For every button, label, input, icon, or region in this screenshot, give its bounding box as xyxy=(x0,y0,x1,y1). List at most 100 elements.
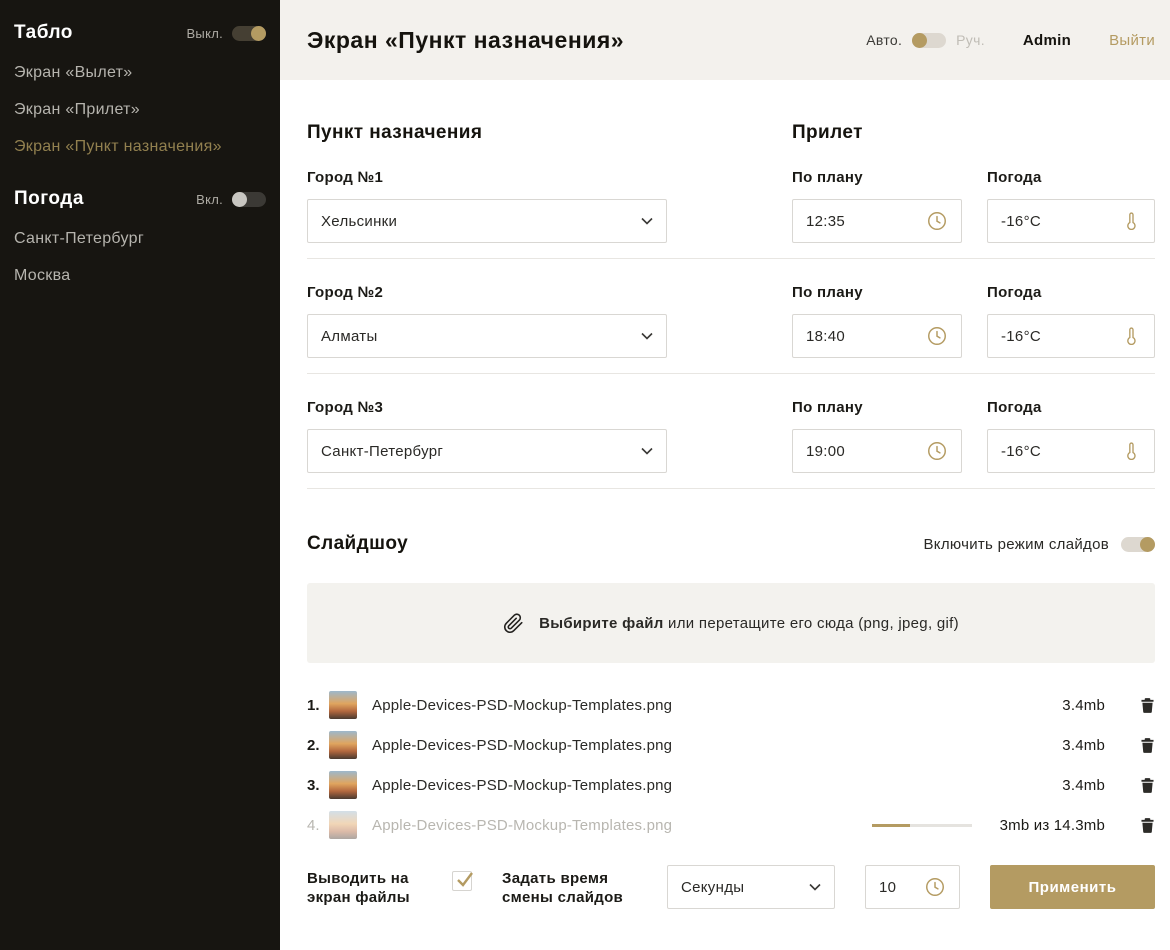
file-size: 3.4mb xyxy=(1062,737,1105,754)
apply-button[interactable]: Применить xyxy=(990,865,1155,909)
app-window: Табло Выкл. Экран «Вылет» Экран «Прилет»… xyxy=(0,0,1170,950)
file-row: 2. Apple-Devices-PSD-Mockup-Templates.pn… xyxy=(307,725,1155,765)
destination-row: Город №3 Санкт-Петербург По плану Погода xyxy=(307,399,1155,473)
file-name: Apple-Devices-PSD-Mockup-Templates.png xyxy=(372,817,872,834)
thermometer-icon xyxy=(1121,325,1141,347)
interval-value-input[interactable] xyxy=(879,879,916,896)
clock-icon xyxy=(924,876,946,898)
sidebar-item-moscow[interactable]: Москва xyxy=(14,267,266,285)
city-label: Город №3 xyxy=(307,399,667,416)
temperature-field xyxy=(987,199,1155,243)
auto-mode-label[interactable]: Авто. xyxy=(866,32,902,48)
sidebar-board-title: Табло xyxy=(14,22,73,44)
temperature-input[interactable] xyxy=(1001,213,1113,230)
delete-file-button[interactable] xyxy=(1139,818,1155,833)
auto-manual-toggle[interactable] xyxy=(912,33,946,48)
weather-label: Погода xyxy=(987,169,1155,186)
temperature-input[interactable] xyxy=(1001,443,1113,460)
file-number: 4. xyxy=(307,817,329,834)
clock-icon xyxy=(926,440,948,462)
upload-hint: Выбирите файл или перетащите его сюда (p… xyxy=(539,615,959,632)
delete-file-button[interactable] xyxy=(1139,738,1155,753)
plan-time-input[interactable] xyxy=(806,328,918,345)
sidebar-item-departure-screen[interactable]: Экран «Вылет» xyxy=(14,64,266,82)
interval-unit-value: Секунды xyxy=(681,879,744,896)
plan-time-input[interactable] xyxy=(806,443,918,460)
destination-row: Город №2 Алматы По плану Погода xyxy=(307,284,1155,358)
city-label: Город №1 xyxy=(307,169,667,186)
logout-link[interactable]: Выйти xyxy=(1109,32,1155,49)
clock-icon xyxy=(926,210,948,232)
clock-icon xyxy=(926,325,948,347)
interval-value-field xyxy=(865,865,960,909)
file-size: 3.4mb xyxy=(1062,777,1105,794)
thermometer-icon xyxy=(1121,210,1141,232)
board-power-toggle[interactable] xyxy=(232,26,266,41)
toggle-knob xyxy=(232,192,247,207)
plan-label: По плану xyxy=(792,399,962,416)
temperature-field xyxy=(987,429,1155,473)
file-upload-dropzone[interactable]: Выбирите файл или перетащите его сюда (p… xyxy=(307,583,1155,663)
plan-label: По плану xyxy=(792,284,962,301)
weather-toggle-label: Вкл. xyxy=(196,192,223,207)
plan-time-field xyxy=(792,314,962,358)
sidebar: Табло Выкл. Экран «Вылет» Экран «Прилет»… xyxy=(0,0,280,950)
weather-power-toggle[interactable] xyxy=(232,192,266,207)
file-name: Apple-Devices-PSD-Mockup-Templates.png xyxy=(372,697,1062,714)
city-select-value: Санкт-Петербург xyxy=(321,443,443,460)
city-select[interactable]: Алматы xyxy=(307,314,667,358)
plan-time-input[interactable] xyxy=(806,213,918,230)
slideshow-section-title: Слайдшоу xyxy=(307,533,408,555)
city-select-value: Алматы xyxy=(321,328,378,345)
upload-progress-fill xyxy=(872,824,910,827)
main-area: Экран «Пункт назначения» Авто. Руч. Admi… xyxy=(280,0,1170,950)
chevron-down-icon xyxy=(809,883,821,891)
slideshow-mode-toggle[interactable] xyxy=(1121,537,1155,552)
delete-file-button[interactable] xyxy=(1139,778,1155,793)
file-size: 3mb из 14.3mb xyxy=(1000,817,1105,834)
file-thumbnail xyxy=(329,691,357,719)
user-name: Admin xyxy=(1023,32,1071,49)
temperature-input[interactable] xyxy=(1001,328,1113,345)
chevron-down-icon xyxy=(641,332,653,340)
weather-label: Погода xyxy=(987,284,1155,301)
chevron-down-icon xyxy=(641,447,653,455)
city-select[interactable]: Санкт-Петербург xyxy=(307,429,667,473)
sidebar-item-saint-petersburg[interactable]: Санкт-Петербург xyxy=(14,230,266,248)
file-row: 1. Apple-Devices-PSD-Mockup-Templates.pn… xyxy=(307,685,1155,725)
file-name: Apple-Devices-PSD-Mockup-Templates.png xyxy=(372,737,1062,754)
city-select[interactable]: Хельсинки xyxy=(307,199,667,243)
file-number: 2. xyxy=(307,737,329,754)
toggle-knob xyxy=(1140,537,1155,552)
chevron-down-icon xyxy=(641,217,653,225)
sidebar-weather-header: Погода Вкл. xyxy=(14,188,266,210)
file-name: Apple-Devices-PSD-Mockup-Templates.png xyxy=(372,777,1062,794)
plan-label: По плану xyxy=(792,169,962,186)
file-number: 1. xyxy=(307,697,329,714)
interval-unit-select[interactable]: Секунды xyxy=(667,865,835,909)
arrival-section-title: Прилет xyxy=(792,122,863,144)
display-files-checkbox[interactable] xyxy=(452,871,472,891)
section-divider xyxy=(307,488,1155,489)
sidebar-board-header: Табло Выкл. xyxy=(14,22,266,44)
sidebar-item-arrival-screen[interactable]: Экран «Прилет» xyxy=(14,101,266,119)
file-number: 3. xyxy=(307,777,329,794)
trash-icon xyxy=(1141,738,1154,753)
trash-icon xyxy=(1141,778,1154,793)
toggle-knob xyxy=(912,33,927,48)
temperature-field xyxy=(987,314,1155,358)
manual-mode-label[interactable]: Руч. xyxy=(956,32,985,48)
plan-time-field xyxy=(792,429,962,473)
row-divider xyxy=(307,258,1155,259)
board-screens-nav: Экран «Вылет» Экран «Прилет» Экран «Пунк… xyxy=(14,64,266,156)
file-thumbnail xyxy=(329,771,357,799)
sidebar-item-destination-screen[interactable]: Экран «Пункт назначения» xyxy=(14,138,266,156)
content: Пункт назначения Прилет Город №1 Хельсин… xyxy=(280,80,1170,909)
top-header: Экран «Пункт назначения» Авто. Руч. Admi… xyxy=(280,0,1170,80)
board-toggle-label: Выкл. xyxy=(186,26,223,41)
slideshow-mode-label: Включить режим слайдов xyxy=(923,536,1109,553)
slideshow-settings: Выводить на экран файлы Задать время сме… xyxy=(307,865,1155,909)
display-files-label: Выводить на экран файлы xyxy=(307,865,437,907)
delete-file-button[interactable] xyxy=(1139,698,1155,713)
weather-label: Погода xyxy=(987,399,1155,416)
